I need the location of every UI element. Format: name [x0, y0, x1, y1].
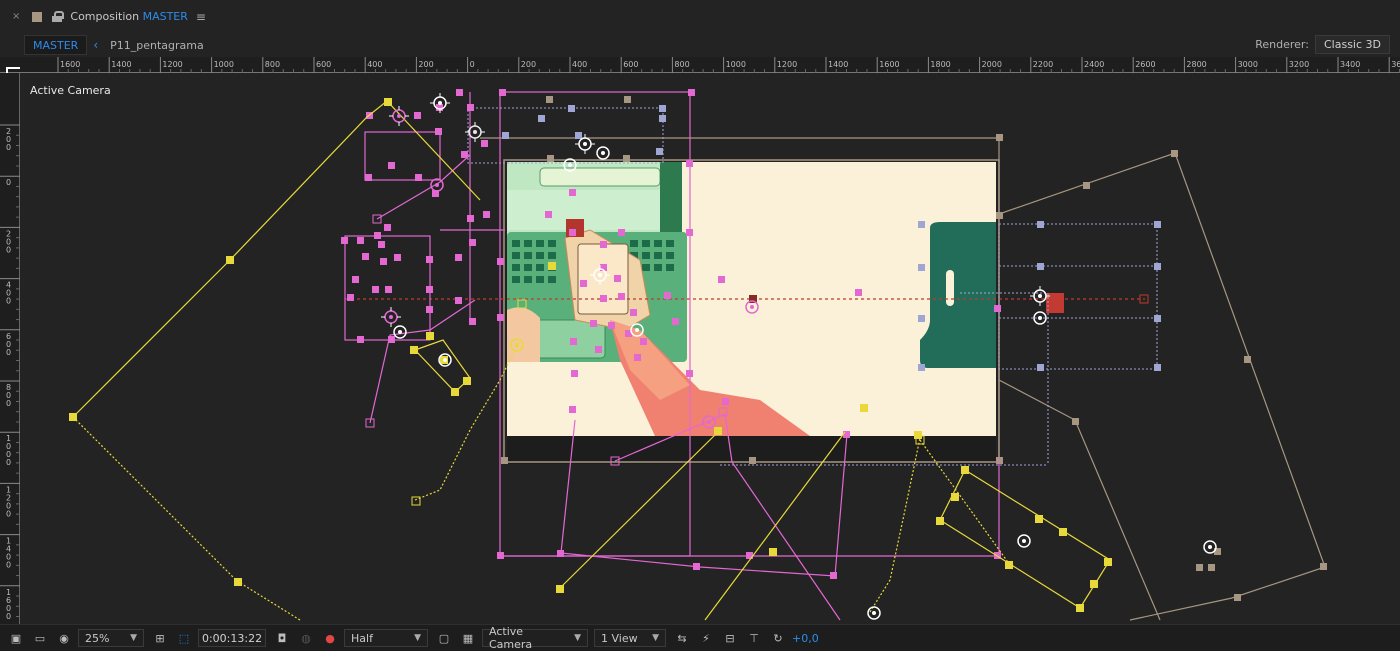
composition-viewer[interactable]: 1600 1400 1200 1000 800 600 400 200 0 200 400 600 80… — [0, 57, 1400, 624]
transparency-grid-icon[interactable]: ▦ — [460, 631, 476, 645]
ruler-top-label: 600 — [316, 60, 331, 69]
renderer-label: Renderer: — [1255, 38, 1309, 51]
ruler-top-label: 600 — [623, 60, 638, 69]
ruler-top-label: 400 — [367, 60, 382, 69]
ruler-top-label: 2800 — [1186, 60, 1206, 69]
tab-master-label: MASTER — [33, 38, 79, 52]
ruler-top-label: 1600 — [60, 60, 80, 69]
tab-p11-pentagrama[interactable]: P11_pentagrama — [110, 39, 204, 52]
menu-icon[interactable]: ≡ — [196, 10, 206, 24]
panel-title-prefix: Composition — [70, 10, 140, 23]
ruler-top-label: 1200 — [777, 60, 797, 69]
panel-title: Composition MASTER — [70, 10, 188, 23]
ruler-top-label: 1200 — [162, 60, 182, 69]
chevron-down-icon: ▼ — [574, 633, 581, 643]
zoom-select[interactable]: 25% ▼ — [78, 629, 144, 647]
renderer-button[interactable]: Classic 3D — [1314, 35, 1390, 54]
ruler-left-label: 1400 — [6, 537, 11, 570]
ruler-left-label: 600 — [6, 332, 11, 357]
renderer-control: Renderer: Classic 3D — [1255, 35, 1390, 54]
view-layout-select[interactable]: 1 View ▼ — [594, 629, 666, 647]
ruler-top-label: 0 — [470, 60, 475, 69]
view-layout-value: 1 View — [601, 631, 638, 645]
ruler-top[interactable]: 1600 1400 1200 1000 800 600 400 200 0 200 400 600 80… — [0, 57, 1400, 73]
ruler-top-label: 1000 — [214, 60, 234, 69]
region-of-interest-icon[interactable]: ▢ — [436, 631, 452, 645]
resolution-value: Half — [351, 631, 373, 645]
panel-title-bar: × Composition MASTER ≡ — [0, 0, 1400, 33]
tab-master[interactable]: MASTER — [24, 35, 88, 55]
ruler-left-label: 200 — [6, 229, 11, 254]
region-icon[interactable]: ⬚ — [176, 631, 192, 645]
chevron-down-icon: ▼ — [414, 633, 421, 643]
exposure-reset-icon[interactable]: ↻ — [770, 631, 786, 645]
camera-view-value: Active Camera — [489, 625, 533, 651]
title-action-safe-icon[interactable]: ⊞ — [152, 631, 168, 645]
ruler-left-label: 800 — [6, 383, 11, 408]
ruler-left-label: 400 — [6, 281, 11, 306]
ruler-top-label: 1600 — [879, 60, 899, 69]
show-snapshot-icon[interactable]: ◍ — [298, 631, 314, 645]
label-color-swatch[interactable] — [32, 11, 43, 22]
ruler-left-label: 1600 — [6, 588, 11, 621]
panel-title-comp-name: MASTER — [142, 10, 188, 23]
chevron-left-icon[interactable]: ‹ — [93, 38, 98, 52]
ruler-left-ticks: 2 0 0 0 2 0 0 4 0 0 6 0 0 8 0 0 1 0 0 0 1 2 0 0 1 4 0 0 1 6 0 0 — [0, 124, 20, 621]
color-channels-icon[interactable]: ● — [322, 631, 338, 645]
viewer-canvas[interactable] — [20, 74, 1400, 624]
lock-icon[interactable] — [52, 11, 65, 22]
chevron-down-icon: ▼ — [652, 633, 659, 643]
ruler-top-label: 1400 — [828, 60, 848, 69]
composition-tab-row: MASTER ‹ P11_pentagrama Renderer: Classi… — [0, 33, 1400, 57]
always-preview-icon[interactable]: ▣ — [8, 631, 24, 645]
resolution-select[interactable]: Half ▼ — [344, 629, 428, 647]
toggle-pixel-aspect-icon[interactable]: ⇆ — [674, 631, 690, 645]
ruler-top-label: 800 — [674, 60, 689, 69]
zoom-value: 25% — [85, 631, 110, 645]
ruler-left-label: 200 — [6, 127, 11, 152]
ruler-top-label: 3600 — [1391, 60, 1400, 69]
camera-view-select[interactable]: Active Camera ▼ — [482, 625, 588, 651]
monitor-icon[interactable]: ▭ — [32, 631, 48, 645]
current-time-display[interactable]: 0:00:13:22 — [198, 629, 266, 647]
ruler-top-label: 3200 — [1289, 60, 1309, 69]
ruler-top-label: 1800 — [930, 60, 950, 69]
ruler-top-label: 2600 — [1135, 60, 1155, 69]
chevron-down-icon: ▼ — [130, 633, 137, 643]
ruler-top-label: 800 — [265, 60, 280, 69]
ruler-left-label: 1200 — [6, 485, 11, 518]
ruler-left-label: 1000 — [6, 434, 11, 467]
viewer-bottom-toolbar: ▣ ▭ ◉ 25% ▼ ⊞ ⬚ 0:00:13:22 ◘ ◍ ● Half ▼ … — [0, 624, 1400, 651]
ruler-top-label: 400 — [572, 60, 587, 69]
ruler-top-label: 3400 — [1340, 60, 1360, 69]
ruler-top-label: 200 — [418, 60, 433, 69]
camera-snapshot-icon[interactable]: ◘ — [274, 631, 290, 645]
ruler-top-label: 2200 — [1033, 60, 1053, 69]
close-icon[interactable]: × — [12, 11, 20, 22]
ruler-top-label: 2400 — [1084, 60, 1104, 69]
exposure-value[interactable]: +0,0 — [792, 632, 819, 645]
ruler-left[interactable]: 200 0 200 400 600 800 1000 1200 1400 1600 — [0, 73, 20, 624]
ruler-top-label: 1000 — [726, 60, 746, 69]
ruler-left-label: 0 — [6, 178, 11, 187]
ruler-top-ticks: 1600 1400 1200 1000 800 600 400 200 0 200 400 600 80… — [57, 57, 1400, 73]
ruler-origin-corner — [6, 67, 20, 73]
flowchart-icon[interactable]: ⊤ — [746, 631, 762, 645]
active-camera-label: Active Camera — [30, 84, 111, 97]
ruler-top-label: 1400 — [111, 60, 131, 69]
ruler-top-label: 3000 — [1238, 60, 1258, 69]
timeline-icon[interactable]: ⊟ — [722, 631, 738, 645]
ruler-top-label: 2000 — [982, 60, 1002, 69]
ruler-top-label: 200 — [521, 60, 536, 69]
fast-preview-icon[interactable]: ⚡ — [698, 631, 714, 645]
mask-icon[interactable]: ◉ — [56, 631, 72, 645]
